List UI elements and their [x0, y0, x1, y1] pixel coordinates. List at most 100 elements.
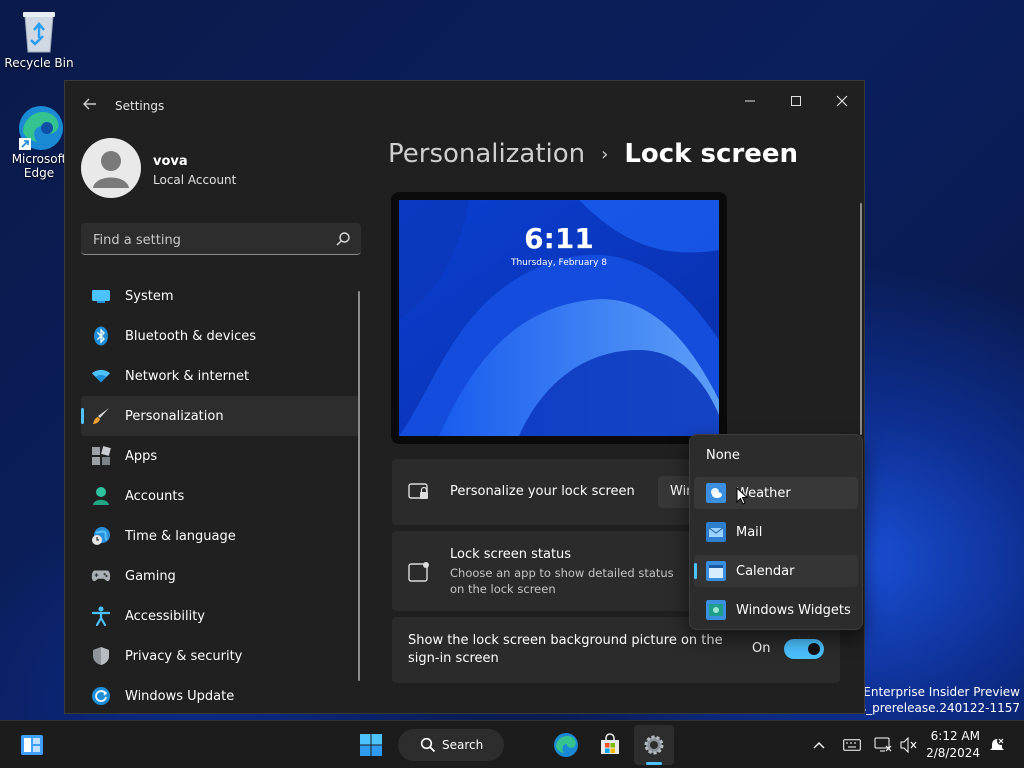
desktop-icon-label: Recycle Bin — [4, 56, 74, 70]
back-arrow-icon — [83, 98, 96, 110]
sidebar-item-personalization[interactable]: Personalization — [81, 396, 359, 436]
minimize-button[interactable] — [728, 87, 772, 119]
sidebar-item-apps[interactable]: Apps — [81, 436, 359, 476]
widgets-button[interactable] — [14, 725, 50, 765]
settings-search[interactable] — [81, 223, 361, 255]
preview-date: Thursday, February 8 — [510, 258, 608, 268]
option-label: Calendar — [736, 563, 795, 579]
network-icon — [874, 737, 892, 752]
mail-icon — [706, 522, 726, 542]
gear-icon — [644, 735, 664, 755]
sidebar-item-label: Personalization — [125, 408, 224, 424]
breadcrumb: Personalization › Lock screen — [388, 139, 798, 169]
option-label: Mail — [736, 524, 763, 540]
notifications-button[interactable] — [984, 725, 1010, 765]
sidebar-item-gaming[interactable]: Gaming — [81, 556, 359, 596]
user-name: vova — [153, 154, 188, 169]
calendar-icon — [706, 561, 726, 581]
sidebar-item-label: Time & language — [125, 528, 236, 544]
sidebar-item-bluetooth[interactable]: Bluetooth & devices — [81, 316, 359, 356]
edge-icon — [554, 733, 578, 757]
lock-screen-wallpaper: 6:11 Thursday, February 8 — [399, 200, 719, 436]
sidebar-item-label: Bluetooth & devices — [125, 328, 256, 344]
clock-time: 6:12 AM — [930, 729, 980, 743]
minimize-icon — [745, 100, 755, 102]
paintbrush-icon — [91, 406, 111, 426]
dropdown-option-mail[interactable]: Mail — [694, 516, 858, 548]
desktop-icon-label: Microsoft Edge — [11, 152, 67, 180]
app-title: Settings — [115, 99, 165, 113]
clock[interactable]: 6:12 AM 2/8/2024 — [926, 728, 980, 762]
search-input[interactable] — [91, 229, 325, 251]
sidebar-item-label: Accounts — [125, 488, 185, 504]
apps-icon — [91, 446, 111, 466]
sidebar-item-time-language[interactable]: Time & language — [81, 516, 359, 556]
lock-screen-preview: 6:11 Thursday, February 8 — [391, 192, 727, 444]
chevron-up-icon — [813, 742, 825, 749]
dropdown-option-weather[interactable]: Weather — [694, 477, 858, 509]
sidebar-item-accessibility[interactable]: Accessibility — [81, 596, 359, 636]
maximize-icon — [791, 96, 801, 106]
card-subtitle-line: on the lock screen — [450, 582, 556, 596]
lock-screen-icon — [408, 483, 428, 499]
keyboard-icon — [843, 739, 861, 751]
sidebar-item-label: Privacy & security — [125, 648, 243, 664]
show-hidden-icons-button[interactable] — [808, 725, 830, 765]
taskbar-edge[interactable] — [548, 725, 584, 765]
back-button[interactable] — [79, 95, 101, 117]
avatar[interactable] — [81, 138, 141, 198]
network-tray-button[interactable] — [872, 725, 894, 765]
close-icon — [836, 95, 848, 107]
sidebar-scrollbar[interactable] — [358, 291, 360, 681]
taskbar-search-label: Search — [442, 738, 484, 752]
system-icon — [91, 286, 111, 306]
sidebar-item-network[interactable]: Network & internet — [81, 356, 359, 396]
breadcrumb-parent[interactable]: Personalization — [388, 139, 585, 169]
edge-icon — [17, 104, 63, 150]
sidebar-item-label: Windows Update — [125, 688, 235, 704]
sidebar-item-windows-update[interactable]: Windows Update — [81, 676, 359, 713]
sidebar-item-system[interactable]: System — [81, 276, 359, 316]
card-title: Show the lock screen background picture … — [408, 632, 723, 668]
taskbar-search[interactable]: Search — [398, 729, 504, 761]
windows-logo-icon — [360, 734, 382, 756]
taskbar-store[interactable] — [592, 725, 628, 765]
recycle-bin-icon — [17, 8, 61, 53]
desktop-icon-recycle-bin[interactable]: Recycle Bin — [4, 8, 74, 70]
sidebar-item-label: Apps — [125, 448, 158, 464]
dropdown-option-none[interactable]: None — [694, 439, 858, 471]
sidebar-item-label: Network & internet — [125, 368, 250, 384]
weather-icon — [706, 483, 726, 503]
main-scrollbar[interactable] — [860, 203, 862, 435]
sidebar-nav: System Bluetooth & devices Network & int… — [81, 276, 359, 713]
sidebar-item-label: Gaming — [125, 568, 176, 584]
lock-screen-status-dropdown: None Weather Mail Calendar Windows Widge… — [689, 434, 863, 630]
sidebar-item-privacy[interactable]: Privacy & security — [81, 636, 359, 676]
search-icon — [420, 737, 436, 753]
maximize-button[interactable] — [774, 87, 818, 119]
dropdown-option-calendar[interactable]: Calendar — [694, 555, 858, 587]
close-button[interactable] — [820, 87, 864, 119]
start-button[interactable] — [352, 725, 390, 765]
person-icon — [91, 486, 111, 506]
card-subtitle: Choose an app to show detailed status on… — [450, 565, 674, 597]
store-icon — [601, 733, 619, 754]
widgets-icon — [706, 600, 726, 620]
preview-time: 6:11 — [524, 222, 594, 255]
toggle-state-label: On — [752, 641, 771, 656]
keyboard-tray-button[interactable] — [840, 725, 864, 765]
update-icon — [91, 686, 111, 706]
dropdown-option-windows-widgets[interactable]: Windows Widgets — [694, 594, 858, 626]
signin-background-toggle[interactable] — [784, 639, 824, 659]
taskbar-settings[interactable] — [634, 725, 674, 765]
card-subtitle-line: Choose an app to show detailed status — [450, 566, 674, 580]
account-type: Local Account — [153, 173, 237, 187]
sidebar-item-accounts[interactable]: Accounts — [81, 476, 359, 516]
bluetooth-icon — [91, 326, 111, 346]
volume-muted-icon — [900, 737, 917, 753]
title-bar[interactable]: Settings — [65, 81, 864, 129]
accessibility-icon — [91, 606, 111, 626]
toggle-knob — [808, 643, 820, 655]
volume-tray-button[interactable] — [898, 725, 920, 765]
status-icon — [408, 562, 429, 582]
